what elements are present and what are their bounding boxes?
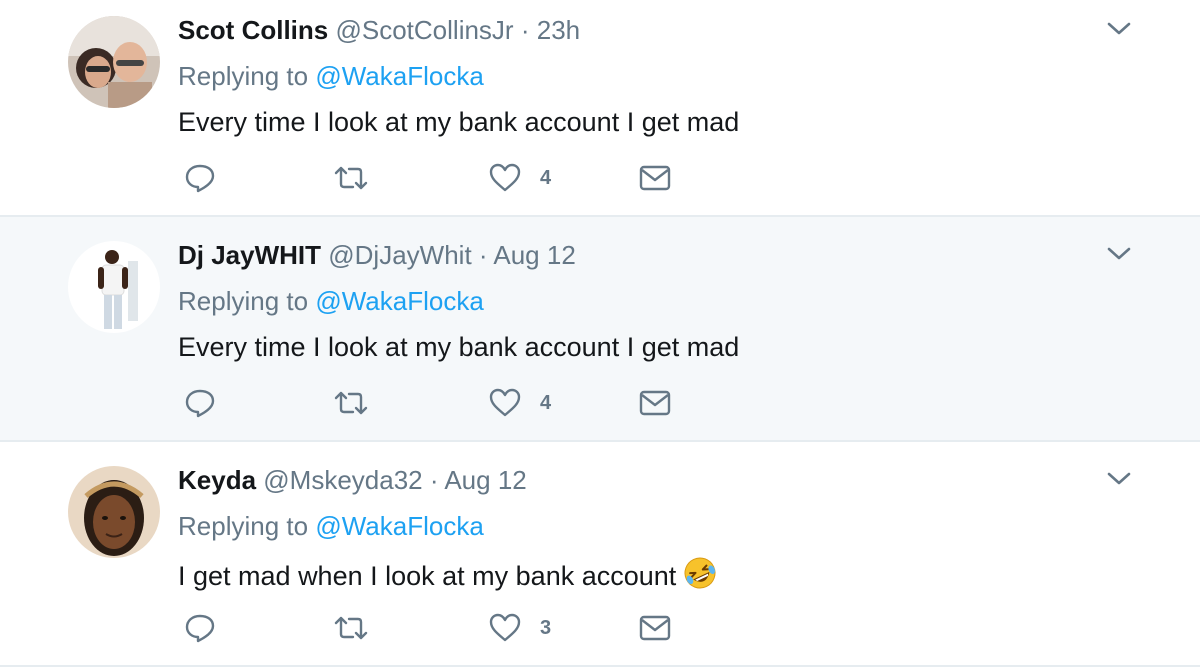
tweet-text-container: I get mad when I look at my bank account [178, 555, 718, 593]
heart-icon [488, 612, 522, 644]
tweet-header: Scot Collins @ScotCollinsJr · 23h [178, 14, 580, 46]
like-count: 4 [540, 166, 552, 189]
rolling-on-floor-laughing-icon [682, 555, 718, 591]
reply-icon [184, 387, 216, 419]
like-button[interactable]: 3 [488, 610, 551, 646]
mention-link[interactable]: @WakaFlocka [315, 61, 483, 91]
replying-to: Replying to @WakaFlocka [178, 60, 484, 92]
display-name[interactable]: Scot Collins [178, 15, 328, 45]
envelope-icon [638, 163, 672, 193]
timestamp[interactable]: Aug 12 [444, 465, 526, 495]
reply-button[interactable] [184, 385, 216, 421]
tweet-header: Dj JayWHIT @DjJayWhit · Aug 12 [178, 239, 576, 271]
avatar[interactable] [68, 16, 160, 108]
replying-to-label: Replying to [178, 61, 309, 91]
separator-dot: · [429, 465, 439, 495]
like-button[interactable]: 4 [488, 160, 551, 196]
chevron-down-icon[interactable] [1106, 245, 1132, 263]
replying-to-label: Replying to [178, 511, 309, 541]
separator-dot: · [520, 15, 530, 45]
tweet[interactable]: Dj JayWHIT @DjJayWhit · Aug 12 Replying … [0, 217, 1200, 442]
retweet-button[interactable] [332, 385, 370, 421]
timestamp[interactable]: Aug 12 [493, 240, 575, 270]
like-count: 3 [540, 616, 552, 639]
user-handle[interactable]: @Mskeyda32 [263, 465, 422, 495]
replying-to-label: Replying to [178, 286, 309, 316]
retweet-icon [332, 162, 370, 194]
reply-feed: Scot Collins @ScotCollinsJr · 23h Replyi… [0, 0, 1200, 667]
reply-button[interactable] [184, 610, 216, 646]
tweet[interactable]: Scot Collins @ScotCollinsJr · 23h Replyi… [0, 0, 1200, 217]
retweet-button[interactable] [332, 610, 370, 646]
display-name[interactable]: Dj JayWHIT [178, 240, 321, 270]
tweet-header: Keyda @Mskeyda32 · Aug 12 [178, 464, 527, 496]
avatar[interactable] [68, 241, 160, 333]
direct-message-button[interactable] [638, 160, 672, 196]
direct-message-button[interactable] [638, 610, 672, 646]
display-name[interactable]: Keyda [178, 465, 256, 495]
reply-icon [184, 162, 216, 194]
replying-to: Replying to @WakaFlocka [178, 510, 484, 542]
separator-dot: · [478, 240, 488, 270]
envelope-icon [638, 613, 672, 643]
retweet-icon [332, 387, 370, 419]
avatar[interactable] [68, 466, 160, 558]
like-button[interactable]: 4 [488, 385, 551, 421]
tweet-text: Every time I look at my bank account I g… [178, 332, 740, 362]
mention-link[interactable]: @WakaFlocka [315, 511, 483, 541]
heart-icon [488, 162, 522, 194]
tweet-text: I get mad when I look at my bank account [178, 561, 677, 591]
like-count: 4 [540, 391, 552, 414]
replying-to: Replying to @WakaFlocka [178, 285, 484, 317]
direct-message-button[interactable] [638, 385, 672, 421]
heart-icon [488, 387, 522, 419]
tweet[interactable]: Keyda @Mskeyda32 · Aug 12 Replying to @W… [0, 442, 1200, 667]
retweet-icon [332, 612, 370, 644]
mention-link[interactable]: @WakaFlocka [315, 286, 483, 316]
tweet-actions: 4 [184, 385, 704, 421]
chevron-down-icon[interactable] [1106, 470, 1132, 488]
tweet-actions: 4 [184, 160, 704, 196]
user-handle[interactable]: @ScotCollinsJr [335, 15, 513, 45]
retweet-button[interactable] [332, 160, 370, 196]
timestamp[interactable]: 23h [537, 15, 580, 45]
user-handle[interactable]: @DjJayWhit [328, 240, 471, 270]
envelope-icon [638, 388, 672, 418]
tweet-text: Every time I look at my bank account I g… [178, 107, 740, 137]
chevron-down-icon[interactable] [1106, 20, 1132, 38]
reply-icon [184, 612, 216, 644]
tweet-actions: 3 [184, 610, 704, 646]
reply-button[interactable] [184, 160, 216, 196]
